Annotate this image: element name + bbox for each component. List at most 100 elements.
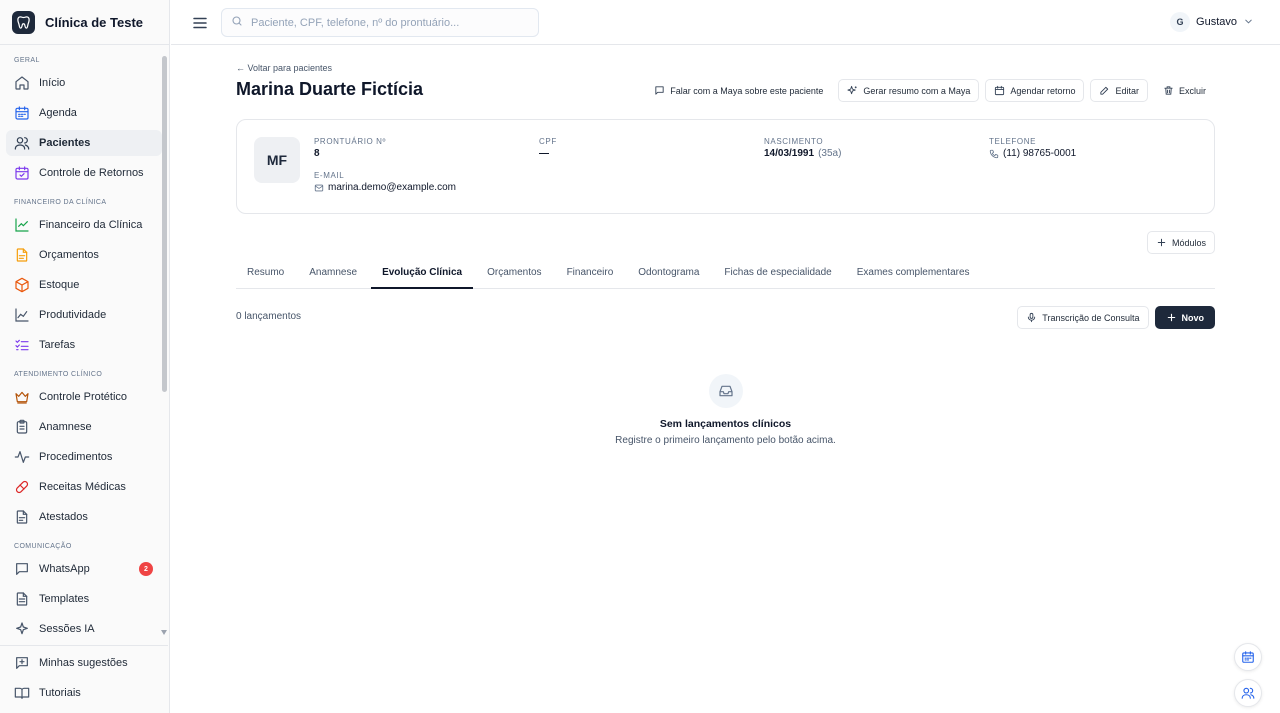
sidebar-item-tarefas[interactable]: Tarefas bbox=[6, 332, 162, 358]
email-field: E-mail marina.demo@example.com bbox=[314, 171, 456, 193]
menu-toggle-button[interactable] bbox=[191, 14, 209, 32]
hamburger-icon bbox=[193, 17, 207, 29]
maya-summary-button[interactable]: Gerar resumo com a Maya bbox=[838, 79, 980, 102]
phone-field: Telefone (11) 98765-0001 bbox=[989, 137, 1076, 159]
tab-evolucao-clinica[interactable]: Evolução Clínica bbox=[371, 259, 474, 289]
sidebar-item-label: Atestados bbox=[39, 511, 88, 523]
sidebar-item-orcamentos[interactable]: Orçamentos bbox=[6, 242, 162, 268]
sidebar-item-receitas[interactable]: Receitas Médicas bbox=[6, 474, 162, 500]
message-icon bbox=[655, 86, 664, 95]
sidebar-item-label: WhatsApp bbox=[39, 563, 90, 575]
edit-button[interactable]: Editar bbox=[1090, 79, 1148, 102]
sidebar-item-whatsapp[interactable]: WhatsApp 2 bbox=[6, 556, 162, 582]
tab-financeiro[interactable]: Financeiro bbox=[556, 259, 625, 289]
modules-button[interactable]: Módulos bbox=[1146, 231, 1215, 254]
trend-chart-icon bbox=[14, 217, 30, 233]
email-value: marina.demo@example.com bbox=[314, 182, 456, 193]
page-title: Marina Duarte Fictícia bbox=[236, 79, 424, 99]
tooth-logo-icon bbox=[12, 10, 35, 34]
sidebar-footer: Minhas sugestões Tutoriais bbox=[0, 645, 168, 710]
sidebar-section-title: Atendimento Clínico bbox=[14, 371, 103, 378]
avatar: G bbox=[1170, 12, 1191, 32]
microphone-icon bbox=[1028, 312, 1036, 323]
inbox-icon bbox=[708, 374, 743, 408]
field-label: Telefone bbox=[989, 137, 1037, 146]
sidebar-item-label: Tarefas bbox=[39, 339, 76, 351]
sidebar-item-atestados[interactable]: Atestados bbox=[6, 504, 162, 530]
sidebar-item-controle-retornos[interactable]: Controle de Retornos bbox=[6, 160, 162, 186]
transcription-button[interactable]: Transcrição de Consulta bbox=[1017, 306, 1149, 329]
record-number-field: Prontuário Nº 8 bbox=[314, 137, 386, 159]
sidebar-section-title: Financeiro da Clínica bbox=[14, 199, 107, 206]
calendar-icon bbox=[1242, 651, 1254, 663]
field-label: E-mail bbox=[314, 171, 345, 180]
back-to-patients-link[interactable]: ← Voltar para pacientes bbox=[236, 63, 332, 73]
patient-avatar: MF bbox=[254, 137, 300, 183]
sidebar-item-label: Receitas Médicas bbox=[39, 481, 126, 493]
sidebar-item-label: Agenda bbox=[39, 107, 77, 119]
chat-icon bbox=[14, 561, 30, 577]
sidebar-item-estoque[interactable]: Estoque bbox=[6, 272, 162, 298]
sidebar-item-financeiro[interactable]: Financeiro da Clínica bbox=[6, 212, 162, 238]
scroll-down-arrow-icon[interactable] bbox=[161, 630, 167, 635]
floating-calendar-button[interactable] bbox=[1234, 643, 1262, 671]
sidebar-item-procedimentos[interactable]: Procedimentos bbox=[6, 444, 162, 470]
sidebar-item-produtividade[interactable]: Produtividade bbox=[6, 302, 162, 328]
schedule-return-label: Agendar retorno bbox=[1010, 85, 1076, 96]
sidebar-item-controle-protetico[interactable]: Controle Protético bbox=[6, 384, 162, 410]
search-box[interactable] bbox=[221, 8, 539, 37]
phone-icon bbox=[989, 149, 999, 158]
sidebar-item-pacientes[interactable]: Pacientes bbox=[6, 130, 162, 156]
schedule-return-button[interactable]: Agendar retorno bbox=[985, 79, 1085, 102]
tab-fichas-especialidade[interactable]: Fichas de especialidade bbox=[713, 259, 842, 289]
patient-info-card: MF Prontuário Nº 8 CPF — Nascimento 14/0… bbox=[236, 119, 1215, 214]
edit-label: Editar bbox=[1115, 85, 1139, 96]
sidebar-item-label: Minhas sugestões bbox=[39, 657, 128, 669]
sidebar-item-agenda[interactable]: Agenda bbox=[6, 100, 162, 126]
sidebar-scrollbar[interactable] bbox=[162, 56, 167, 392]
chevron-down-icon bbox=[1243, 15, 1254, 30]
sidebar-item-tutoriais[interactable]: Tutoriais bbox=[6, 680, 162, 706]
delete-button[interactable]: Excluir bbox=[1153, 79, 1215, 102]
calendar-check-icon bbox=[14, 165, 30, 181]
unread-badge: 2 bbox=[139, 562, 153, 576]
calendar-icon bbox=[995, 85, 1005, 96]
sidebar-item-label: Procedimentos bbox=[39, 451, 113, 463]
tab-exames-complementares[interactable]: Exames complementares bbox=[846, 259, 981, 289]
floating-users-button[interactable] bbox=[1234, 679, 1262, 707]
empty-state: Sem lançamentos clínicos Registre o prim… bbox=[236, 374, 1215, 446]
brand-name: Clínica de Teste bbox=[45, 14, 144, 30]
sidebar-item-anamnese[interactable]: Anamnese bbox=[6, 414, 162, 440]
sidebar-item-sessoes-ia[interactable]: Sessões IA bbox=[6, 616, 162, 642]
new-entry-button[interactable]: Novo bbox=[1154, 306, 1215, 329]
pencil-icon bbox=[1100, 86, 1109, 95]
sidebar-item-label: Controle de Retornos bbox=[39, 167, 144, 179]
sidebar-item-sugestoes[interactable]: Minhas sugestões bbox=[6, 650, 162, 676]
sidebar-item-inicio[interactable]: Início bbox=[6, 70, 162, 96]
users-icon bbox=[1241, 687, 1255, 699]
new-entry-label: Novo bbox=[1181, 312, 1205, 323]
tab-anamnese[interactable]: Anamnese bbox=[298, 259, 368, 289]
search-input[interactable] bbox=[251, 16, 531, 29]
sidebar-item-templates[interactable]: Templates bbox=[6, 586, 162, 612]
brand[interactable]: Clínica de Teste bbox=[0, 0, 169, 45]
users-icon bbox=[14, 135, 30, 151]
phone-number: (11) 98765-0001 bbox=[1003, 148, 1077, 159]
user-menu[interactable]: G Gustavo bbox=[1170, 12, 1254, 32]
delete-label: Excluir bbox=[1178, 85, 1206, 96]
sidebar-item-label: Sessões IA bbox=[39, 623, 95, 635]
maya-chat-button[interactable]: Falar com a Maya sobre este paciente bbox=[645, 79, 833, 102]
sidebar-section-title: Geral bbox=[14, 57, 40, 64]
sidebar-item-label: Tutoriais bbox=[39, 687, 81, 699]
sidebar-item-label: Financeiro da Clínica bbox=[39, 219, 143, 231]
sparkle-icon bbox=[14, 621, 30, 637]
calendar-icon bbox=[14, 105, 30, 121]
topbar: G Gustavo bbox=[171, 0, 1280, 45]
tab-orcamentos[interactable]: Orçamentos bbox=[476, 259, 552, 289]
tab-odontograma[interactable]: Odontograma bbox=[627, 259, 710, 289]
phone-value: (11) 98765-0001 bbox=[989, 148, 1076, 159]
suggestion-icon bbox=[14, 655, 30, 671]
birth-date: 14/03/1991 bbox=[764, 148, 815, 159]
tab-resumo[interactable]: Resumo bbox=[236, 259, 295, 289]
file-icon bbox=[14, 509, 30, 525]
